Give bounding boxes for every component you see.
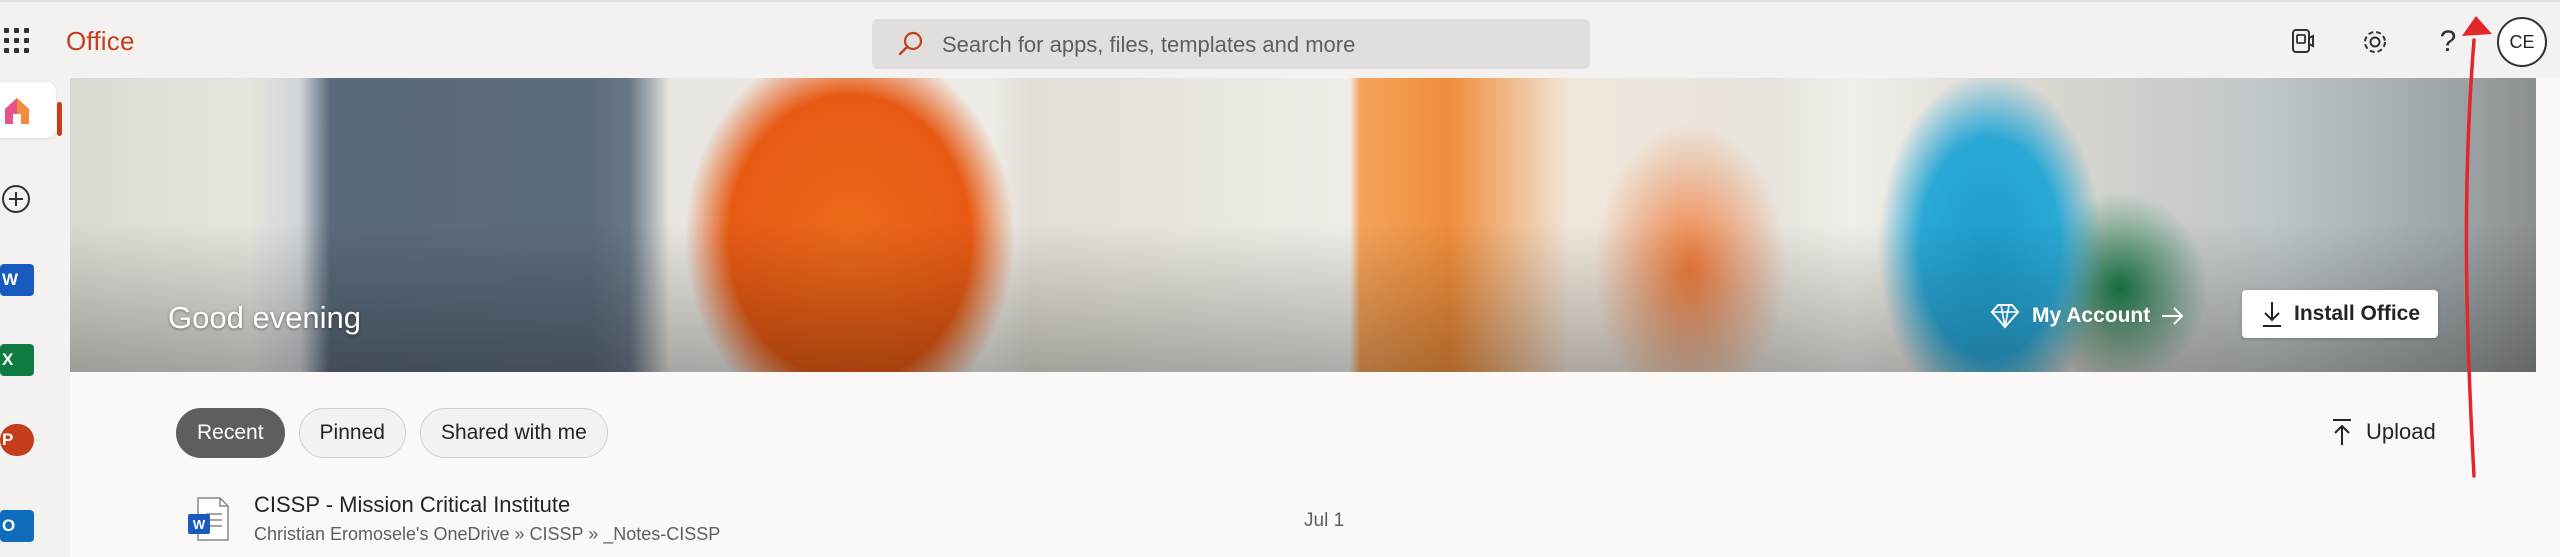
help-icon[interactable]: ? (2430, 24, 2466, 60)
home-icon (5, 98, 29, 124)
hero-shade (70, 222, 2536, 372)
hero-banner: Good evening My Account Install Office (70, 78, 2536, 372)
rail-item-powerpoint[interactable]: P (0, 412, 56, 468)
rail-item-create[interactable] (0, 172, 56, 228)
upload-button[interactable]: Upload (2330, 414, 2436, 450)
search-box[interactable] (872, 19, 1590, 71)
svg-text:W: W (193, 517, 206, 532)
feedback-icon[interactable] (2284, 24, 2320, 60)
rail-item-excel[interactable]: X (0, 332, 56, 388)
gear-icon[interactable] (2357, 24, 2393, 60)
active-rail-indicator (57, 102, 62, 136)
my-account-link[interactable]: My Account (1990, 298, 2186, 334)
tab-recent[interactable]: Recent (176, 408, 285, 458)
install-office-label: Install Office (2294, 302, 2421, 325)
app-launcher-icon[interactable] (4, 28, 30, 54)
left-app-rail: W X P O (0, 78, 70, 557)
search-input[interactable] (940, 19, 1574, 71)
table-row[interactable]: W CISSP - Mission Critical Institute Chr… (176, 488, 2476, 557)
excel-icon: X (0, 344, 34, 376)
office-brand-link[interactable]: Office (66, 26, 135, 57)
greeting-text: Good evening (168, 300, 362, 335)
word-file-icon: W (188, 497, 229, 541)
upload-label: Upload (2366, 419, 2436, 444)
account-avatar[interactable]: CE (2497, 17, 2547, 67)
rail-item-word[interactable]: W (0, 252, 56, 308)
diamond-icon (1990, 304, 2020, 329)
download-icon (2263, 302, 2281, 327)
powerpoint-icon: P (0, 424, 34, 456)
tab-pinned[interactable]: Pinned (298, 408, 406, 458)
word-icon: W (0, 264, 34, 296)
top-bar: Office ? CE (0, 0, 2560, 78)
file-filter-tabs: Recent Pinned Shared with me (176, 408, 608, 458)
file-date: Jul 1 (1304, 510, 1345, 531)
outlook-icon: O (0, 510, 34, 542)
rail-item-outlook[interactable]: O (0, 498, 56, 554)
file-name[interactable]: CISSP - Mission Critical Institute (254, 492, 570, 518)
plus-circle-icon (2, 185, 30, 213)
file-path: Christian Eromosele's OneDrive » CISSP »… (254, 524, 721, 544)
my-account-label: My Account (2032, 304, 2151, 327)
search-icon (898, 31, 923, 56)
rail-item-home[interactable] (0, 82, 56, 138)
tab-shared-with-me[interactable]: Shared with me (419, 408, 608, 458)
arrow-right-icon (2162, 307, 2184, 325)
install-office-button[interactable]: Install Office (2242, 290, 2438, 338)
upload-icon (2333, 419, 2351, 445)
